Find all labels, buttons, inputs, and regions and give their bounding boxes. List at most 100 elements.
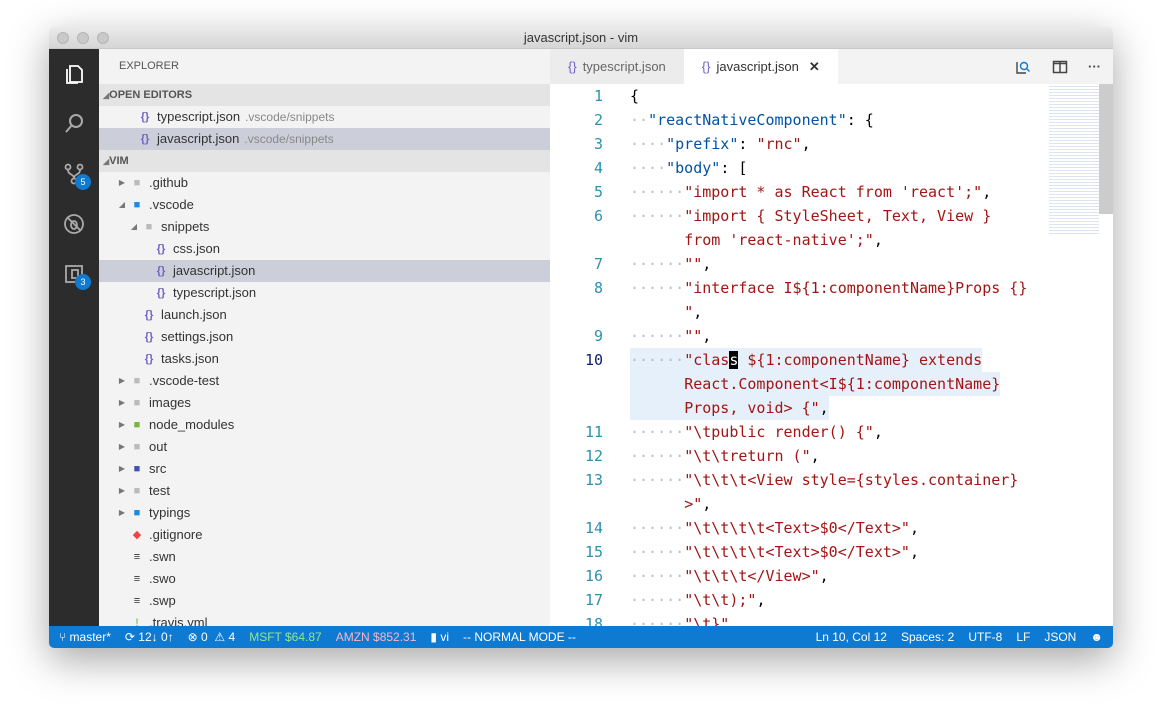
tree-item[interactable]: ▶ ■ out [99, 436, 550, 458]
amzn-ticker[interactable]: AMZN $852.31 [336, 630, 417, 644]
token: { [630, 87, 640, 105]
tree-item[interactable]: ◆ .gitignore [99, 524, 550, 546]
code-line: 15 ······"\t\t\t\t<Text>$0</Text>", [550, 540, 1113, 564]
line-number [550, 300, 630, 324]
token: , [819, 567, 829, 585]
scm-activity[interactable]: 5 [49, 149, 99, 199]
twisty-icon[interactable]: ◢ [115, 194, 129, 216]
more-icon[interactable]: ··· [1088, 59, 1101, 74]
token: : { [846, 111, 874, 129]
code-line: 8 ······"interface I${1:componentName}Pro… [550, 276, 1113, 300]
open-editors-section[interactable]: ◢OPEN EDITORS [99, 84, 550, 106]
folder-status[interactable]: ▮ vi [430, 630, 449, 644]
token: "" [684, 255, 703, 273]
msft-ticker[interactable]: MSFT $64.87 [249, 630, 321, 644]
folder-icon: ■ [145, 221, 153, 233]
language-mode[interactable]: JSON [1044, 630, 1076, 644]
tree-item[interactable]: ▶ ■ images [99, 392, 550, 414]
eol[interactable]: LF [1016, 630, 1030, 644]
open-editor-item[interactable]: {} javascript.json .vscode/snippets [99, 128, 550, 150]
tree-item[interactable]: ▶ ■ test [99, 480, 550, 502]
line-text: ······"\t\t\t\t<Text>$0</Text>", [630, 516, 919, 540]
tree-item[interactable]: {} javascript.json [99, 260, 550, 282]
twisty-icon[interactable]: ▶ [115, 392, 129, 414]
file-name: src [149, 461, 167, 476]
vertical-scrollbar[interactable] [1099, 84, 1113, 214]
minimize-window-button[interactable] [77, 32, 89, 44]
twisty-icon[interactable]: ▶ [115, 458, 129, 480]
problems-status[interactable]: ⊗ 0 ⚠ 4 [188, 630, 236, 644]
open-editor-item[interactable]: {} typescript.json .vscode/snippets [99, 106, 550, 128]
tree-item[interactable]: ▶ ■ .github [99, 172, 550, 194]
token: "\t\treturn (" [684, 447, 811, 465]
sync-status[interactable]: ⟳ 12↓ 0↑ [125, 630, 174, 644]
line-number: 18 [584, 615, 603, 626]
close-tab-icon[interactable]: ✕ [809, 59, 820, 74]
tree-item[interactable]: ▶ ■ src [99, 458, 550, 480]
tree-item[interactable]: ◢ ■ .vscode [99, 194, 550, 216]
tree-item[interactable]: ◢ ■ snippets [99, 216, 550, 238]
code-view[interactable]: 1{2 ··"reactNativeComponent": {3 ····"pref… [550, 84, 1113, 626]
twisty-icon[interactable]: ▶ [115, 370, 129, 392]
tree-item[interactable]: {} tasks.json [99, 348, 550, 370]
feedback-smiley-icon[interactable]: ☻ [1090, 630, 1103, 644]
line-text: ······"", [630, 252, 711, 276]
code-line: React.Component<I${1:componentName} [550, 372, 1113, 396]
file-name: tasks.json [161, 351, 219, 366]
open-preview-icon[interactable] [1014, 58, 1032, 76]
split-editor-icon[interactable] [1052, 59, 1068, 75]
token: , [810, 447, 820, 465]
explorer-activity[interactable] [49, 49, 99, 99]
tree-item[interactable]: {} launch.json [99, 304, 550, 326]
token: "rnc" [756, 135, 802, 153]
tab-typescript-json[interactable]: {} typescript.json [550, 49, 684, 84]
files-icon [66, 65, 83, 84]
token: ······ [630, 447, 685, 465]
file-name: .vscode-test [149, 373, 220, 388]
json-file-icon: {} [156, 265, 166, 277]
tree-item[interactable]: ▶ ■ node_modules [99, 414, 550, 436]
tree-item[interactable]: {} typescript.json [99, 282, 550, 304]
twisty-icon[interactable]: ▶ [115, 480, 129, 502]
twisty-icon[interactable]: ▶ [115, 172, 129, 194]
file-name: css.json [173, 241, 220, 256]
tree-item[interactable]: ≡ .swo [99, 568, 550, 590]
twisty-icon[interactable]: ▶ [115, 502, 129, 524]
zoom-window-button[interactable] [97, 32, 109, 44]
encoding[interactable]: UTF-8 [968, 630, 1002, 644]
close-window-button[interactable] [57, 32, 69, 44]
line-number: 11 [584, 423, 603, 441]
branch-status[interactable]: ⑂ master* [59, 630, 111, 644]
json-icon: {} [140, 111, 150, 123]
tree-item[interactable]: ≡ .swn [99, 546, 550, 568]
tree-item[interactable]: ▶ ■ typings [99, 502, 550, 524]
twisty-icon[interactable]: ▶ [115, 436, 129, 458]
editor-area: {} typescript.json {} javascript.json ✕ ···… [550, 49, 1113, 626]
tab-javascript-json[interactable]: {} javascript.json ✕ [683, 49, 838, 84]
extensions-activity[interactable]: 3 [49, 249, 99, 299]
window-title: javascript.json - vim [523, 30, 639, 45]
minimap[interactable] [1049, 84, 1099, 234]
token: "body" [666, 159, 721, 177]
tree-item[interactable]: {} css.json [99, 238, 550, 260]
app-window: javascript.json - vim 5 3 EXPLORER ◢OPEN… [49, 27, 1113, 648]
token: ······ [630, 279, 685, 297]
tree-item[interactable]: {} settings.json [99, 326, 550, 348]
cursor-position[interactable]: Ln 10, Col 12 [816, 630, 887, 644]
line-number: 10 [584, 351, 603, 369]
indentation[interactable]: Spaces: 2 [901, 630, 954, 644]
token: "clas [684, 351, 730, 369]
search-activity[interactable] [49, 99, 99, 149]
debug-activity[interactable] [49, 199, 99, 249]
code-line: from 'react-native';", [550, 228, 1113, 252]
token: , [909, 543, 919, 561]
twisty-icon[interactable]: ▶ [115, 414, 129, 436]
folder-section[interactable]: ◢VIM [99, 150, 550, 172]
tree-item[interactable]: ▶ ■ .vscode-test [99, 370, 550, 392]
file-name: typescript.json [173, 285, 257, 300]
tree-item[interactable]: ≡ .swp [99, 590, 550, 612]
line-text: Props, void> {", [630, 396, 829, 420]
twisty-icon[interactable]: ◢ [127, 216, 141, 238]
